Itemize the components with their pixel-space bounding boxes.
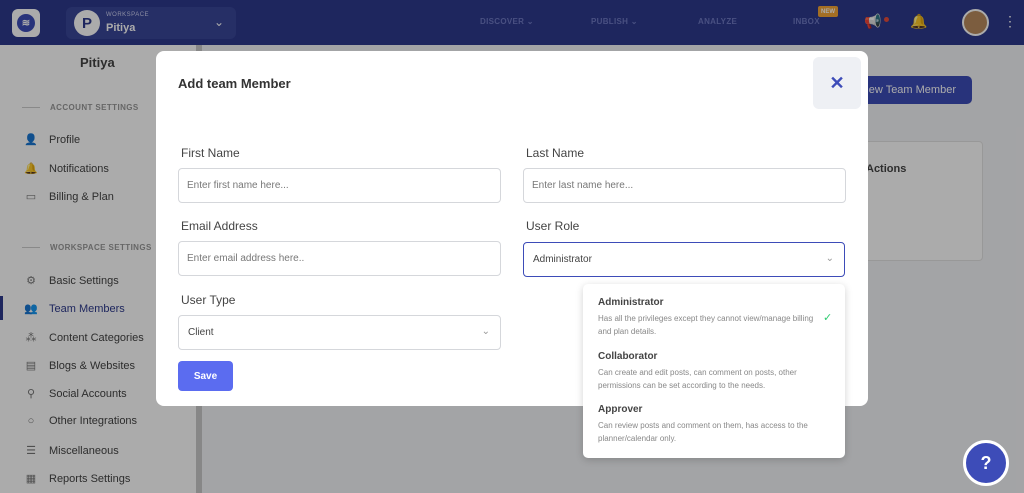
last-name-label: Last Name	[526, 146, 585, 160]
save-button[interactable]: Save	[178, 361, 233, 391]
user-type-value: Client	[188, 327, 214, 338]
user-role-label: User Role	[526, 219, 580, 233]
role-option-administrator[interactable]: Administrator Has all the privileges exc…	[598, 297, 828, 338]
modal-title: Add team Member	[178, 76, 291, 91]
close-button[interactable]: ✕	[813, 57, 861, 109]
option-description: Has all the privileges except they canno…	[598, 314, 814, 336]
role-option-collaborator[interactable]: Collaborator Can create and edit posts, …	[598, 351, 828, 392]
option-title: Collaborator	[598, 351, 658, 362]
email-label: Email Address	[181, 219, 258, 233]
email-input[interactable]	[178, 241, 501, 276]
role-option-approver[interactable]: Approver Can review posts and comment on…	[598, 404, 828, 445]
chevron-down-icon: ⌄	[481, 326, 490, 337]
option-title: Approver	[598, 404, 643, 415]
chevron-down-icon: ⌄	[825, 253, 834, 264]
close-icon: ✕	[829, 72, 845, 93]
user-role-value: Administrator	[533, 254, 592, 265]
last-name-input[interactable]	[523, 168, 846, 203]
first-name-label: First Name	[181, 146, 240, 160]
option-title: Administrator	[598, 297, 664, 308]
user-type-label: User Type	[181, 293, 236, 307]
help-button[interactable]: ?	[963, 440, 1009, 486]
option-description: Can create and edit posts, can comment o…	[598, 368, 797, 390]
first-name-input[interactable]	[178, 168, 501, 203]
option-description: Can review posts and comment on them, ha…	[598, 421, 808, 443]
user-role-dropdown: Administrator Has all the privileges exc…	[583, 284, 845, 458]
check-icon: ✓	[823, 312, 833, 324]
user-role-select[interactable]: Administrator ⌄	[523, 242, 845, 277]
user-type-select[interactable]: Client ⌄	[178, 315, 501, 350]
